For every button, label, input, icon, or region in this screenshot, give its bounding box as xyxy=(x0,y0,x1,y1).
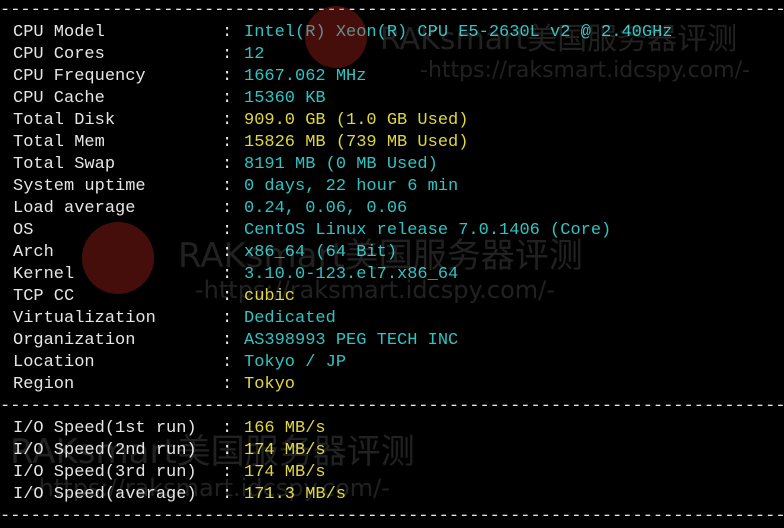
info-label: Kernel xyxy=(13,265,75,284)
colon-separator: : xyxy=(222,23,233,42)
colon-separator: : xyxy=(222,287,233,306)
info-label: Organization xyxy=(13,331,136,350)
info-label: Load average xyxy=(13,199,136,218)
colon-separator: : xyxy=(222,331,233,350)
info-value: 15826 MB (739 MB Used) xyxy=(244,133,469,152)
info-value: 909.0 GB (1.0 GB Used) xyxy=(244,111,469,130)
io-speed-label: I/O Speed(2nd run) xyxy=(13,441,197,460)
colon-separator: : xyxy=(222,89,233,108)
io-speed-label: I/O Speed(3rd run) xyxy=(13,463,197,482)
info-value: cubic xyxy=(244,287,296,306)
colon-separator: : xyxy=(222,155,233,174)
io-speed-value: 174 MB/s xyxy=(244,463,326,482)
info-value: 8191 MB (0 MB Used) xyxy=(244,155,438,174)
info-value: AS398993 PEG TECH INC xyxy=(244,331,459,350)
colon-separator: : xyxy=(222,419,233,438)
separator-top: ----------------------------------------… xyxy=(0,1,784,20)
info-value: 0.24, 0.06, 0.06 xyxy=(244,199,408,218)
info-label: CPU Cache xyxy=(13,89,105,108)
info-value: 1667.062 MHz xyxy=(244,67,367,86)
info-label: TCP CC xyxy=(13,287,75,306)
info-value: 0 days, 22 hour 6 min xyxy=(244,177,459,196)
colon-separator: : xyxy=(222,375,233,394)
io-speed-value: 174 MB/s xyxy=(244,441,326,460)
separator-bottom: ----------------------------------------… xyxy=(0,507,784,526)
colon-separator: : xyxy=(222,463,233,482)
info-label: Total Swap xyxy=(13,155,116,174)
info-label: Total Disk xyxy=(13,111,116,130)
colon-separator: : xyxy=(222,243,233,262)
watermark-logo-icon xyxy=(305,6,367,68)
info-value: Tokyo xyxy=(244,375,296,394)
info-label: OS xyxy=(13,221,34,240)
colon-separator: : xyxy=(222,441,233,460)
info-value: 12 xyxy=(244,45,265,64)
colon-separator: : xyxy=(222,111,233,130)
watermark-logo-icon xyxy=(82,222,154,294)
colon-separator: : xyxy=(222,67,233,86)
colon-separator: : xyxy=(222,199,233,218)
io-speed-label: I/O Speed(1st run) xyxy=(13,419,197,438)
info-value: x86_64 (64 Bit) xyxy=(244,243,398,262)
info-value: Dedicated xyxy=(244,309,336,328)
watermark-url: -https://raksmart.idcspy.com/- xyxy=(420,58,750,83)
colon-separator: : xyxy=(222,309,233,328)
colon-separator: : xyxy=(222,133,233,152)
terminal-window: ----------------------------------------… xyxy=(0,0,784,526)
info-label: Location xyxy=(13,353,95,372)
colon-separator: : xyxy=(222,221,233,240)
info-label: Region xyxy=(13,375,75,394)
info-value: CentOS Linux release 7.0.1406 (Core) xyxy=(244,221,612,240)
io-speed-label: I/O Speed(average) xyxy=(13,485,197,504)
info-label: CPU Model xyxy=(13,23,105,42)
info-label: System uptime xyxy=(13,177,146,196)
info-value: 3.10.0-123.el7.x86_64 xyxy=(244,265,459,284)
colon-separator: : xyxy=(222,485,233,504)
info-label: Total Mem xyxy=(13,133,105,152)
colon-separator: : xyxy=(222,353,233,372)
colon-separator: : xyxy=(222,45,233,64)
info-label: Virtualization xyxy=(13,309,156,328)
separator-middle: ----------------------------------------… xyxy=(0,397,784,416)
io-speed-value: 171.3 MB/s xyxy=(244,485,347,504)
io-speed-value: 166 MB/s xyxy=(244,419,326,438)
colon-separator: : xyxy=(222,265,233,284)
colon-separator: : xyxy=(222,177,233,196)
info-label: Arch xyxy=(13,243,54,262)
info-label: CPU Frequency xyxy=(13,67,146,86)
info-value: 15360 KB xyxy=(244,89,326,108)
info-value: Tokyo / JP xyxy=(244,353,347,372)
info-label: CPU Cores xyxy=(13,45,105,64)
